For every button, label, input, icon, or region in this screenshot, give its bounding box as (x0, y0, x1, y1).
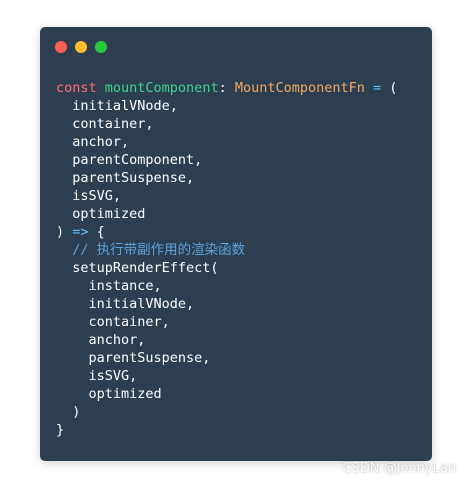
code-token: container, (88, 314, 170, 330)
code-line: } (56, 421, 397, 439)
code-token: container, (72, 116, 154, 132)
code-line: anchor, (56, 133, 397, 151)
code-line: parentSuspense, (56, 349, 397, 367)
code-line: optimized (56, 205, 397, 223)
code-token: optimized (88, 386, 162, 402)
code-block: const mountComponent: MountComponentFn =… (56, 79, 397, 439)
code-token: parentComponent, (72, 152, 203, 168)
code-token: setupRenderEffect( (72, 260, 219, 276)
code-line: container, (56, 115, 397, 133)
code-token: optimized (72, 206, 146, 222)
code-token: anchor, (72, 134, 130, 150)
code-token: ) (72, 404, 81, 420)
code-line: ) (56, 403, 397, 421)
watermark: CSDN @JonnyLan (342, 461, 456, 476)
code-line: instance, (56, 277, 397, 295)
code-token: parentSuspense, (72, 170, 195, 186)
code-token: initialVNode, (72, 98, 178, 114)
code-token: = (373, 80, 382, 96)
code-token: ) (56, 224, 73, 240)
code-token: // 执行带副作用的渲染函数 (72, 242, 246, 258)
code-token: ( (381, 80, 398, 96)
code-token: isSVG, (88, 368, 138, 384)
code-line: // 执行带副作用的渲染函数 (56, 241, 397, 259)
code-line: container, (56, 313, 397, 331)
code-line: optimized (56, 385, 397, 403)
code-token: instance, (88, 278, 162, 294)
code-line: anchor, (56, 331, 397, 349)
window-controls (55, 41, 107, 53)
code-line: initialVNode, (56, 97, 397, 115)
code-line: isSVG, (56, 367, 397, 385)
code-token: MountComponentFn (234, 80, 365, 96)
code-token: : (218, 80, 235, 96)
code-window: const mountComponent: MountComponentFn =… (40, 27, 432, 461)
minimize-icon[interactable] (75, 41, 87, 53)
code-token: initialVNode, (88, 296, 195, 312)
code-token: mountComponent (104, 80, 219, 96)
code-line: ) => { (56, 223, 397, 241)
code-token: isSVG, (72, 188, 122, 204)
code-token: } (56, 422, 65, 438)
code-token: parentSuspense, (88, 350, 211, 366)
code-line: isSVG, (56, 187, 397, 205)
close-icon[interactable] (55, 41, 67, 53)
code-token: { (88, 224, 105, 240)
code-token: => (72, 224, 89, 240)
code-line: const mountComponent: MountComponentFn =… (56, 79, 397, 97)
code-line: initialVNode, (56, 295, 397, 313)
code-token: const (56, 80, 97, 96)
code-token: anchor, (88, 332, 146, 348)
code-line: parentComponent, (56, 151, 397, 169)
maximize-icon[interactable] (95, 41, 107, 53)
code-line: parentSuspense, (56, 169, 397, 187)
code-line: setupRenderEffect( (56, 259, 397, 277)
